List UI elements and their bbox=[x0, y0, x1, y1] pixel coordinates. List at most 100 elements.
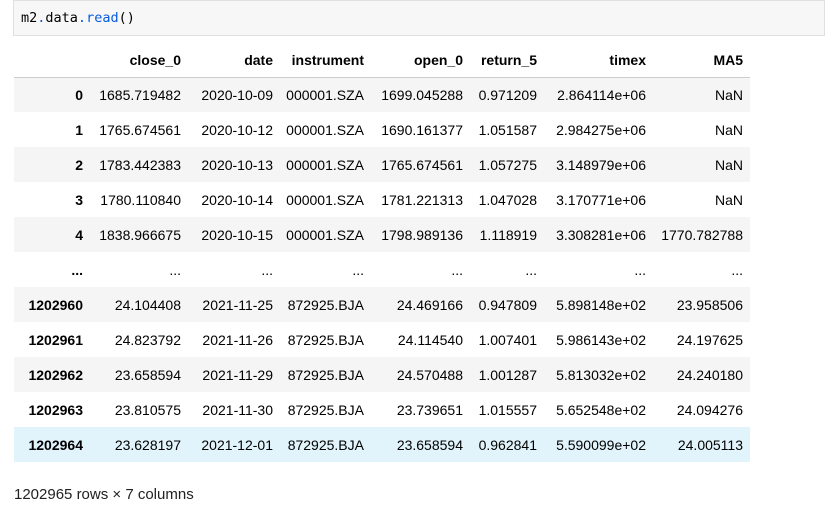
table-cell: ... bbox=[634, 261, 646, 278]
code-input-cell[interactable]: m2.data.read() bbox=[13, 0, 825, 36]
table-header-row: close_0 date instrument open_0 return_5 timex… bbox=[14, 44, 750, 78]
dataframe-table: close_0 date instrument open_0 return_5 timex… bbox=[14, 44, 750, 462]
column-header: instrument bbox=[280, 44, 371, 78]
table-cell: 1.007401 bbox=[478, 331, 537, 348]
row-index: 4 bbox=[75, 226, 83, 243]
table-cell: 2.984275e+06 bbox=[556, 121, 646, 138]
table-cell: ... bbox=[525, 261, 537, 278]
table-cell: 24.005113 bbox=[677, 436, 743, 453]
table-cell: 2020-10-15 bbox=[201, 226, 273, 243]
table-cell: 1699.045288 bbox=[381, 86, 463, 103]
table-cell: 1.118919 bbox=[479, 226, 537, 243]
table-row[interactable]: 1202963 23.810575 2021-11-30 872925.BJA 23.7… bbox=[14, 392, 750, 427]
table-cell: 1.001287 bbox=[478, 366, 537, 383]
table-cell: 872925.BJA bbox=[287, 366, 364, 383]
dataframe-shape-label: 1202965 rows × 7 columns bbox=[14, 486, 194, 503]
row-index: 1202962 bbox=[28, 366, 83, 383]
table-cell: 5.986143e+02 bbox=[556, 331, 646, 348]
table-cell: 1838.966675 bbox=[99, 226, 181, 243]
row-index: 0 bbox=[75, 86, 83, 103]
code-attribute: data bbox=[45, 10, 78, 26]
table-row[interactable]: ........................ bbox=[14, 252, 750, 287]
table-cell: 24.240180 bbox=[676, 366, 743, 383]
table-cell: 1.057275 bbox=[478, 156, 537, 173]
table-cell: 1.015557 bbox=[478, 401, 537, 418]
table-cell: 872925.BJA bbox=[287, 331, 364, 348]
table-cell: 5.590099e+02 bbox=[556, 436, 646, 453]
table-cell: ... bbox=[451, 261, 463, 278]
table-cell: 24.114540 bbox=[397, 331, 463, 348]
table-cell: 24.570488 bbox=[396, 366, 463, 383]
table-cell: 000001.SZA bbox=[286, 226, 364, 243]
row-index: 1 bbox=[75, 121, 83, 138]
index-header bbox=[14, 44, 90, 78]
table-cell: 5.813032e+02 bbox=[556, 366, 646, 383]
table-cell: 23.658594 bbox=[396, 436, 463, 453]
table-cell: NaN bbox=[714, 86, 743, 103]
table-row[interactable]: 1202962 23.658594 2021-11-29 872925.BJA 24.5… bbox=[14, 357, 750, 392]
table-cell: 2020-10-12 bbox=[201, 121, 273, 138]
table-cell: 1780.110840 bbox=[100, 191, 181, 208]
table-cell: 000001.SZA bbox=[286, 86, 364, 103]
table-cell: 1770.782788 bbox=[661, 226, 743, 243]
table-cell: NaN bbox=[714, 191, 743, 208]
table-row[interactable]: 2 1783.442383 2020-10-13 000001.SZA 1765.674… bbox=[14, 147, 750, 182]
table-cell: NaN bbox=[714, 121, 743, 138]
table-cell: 24.197625 bbox=[676, 331, 743, 348]
table-cell: 23.658594 bbox=[114, 366, 181, 383]
table-cell: 23.739651 bbox=[396, 401, 463, 418]
table-cell: 3.170771e+06 bbox=[556, 191, 646, 208]
table-row[interactable]: 0 1685.719482 2020-10-09 000001.SZA 1699.045… bbox=[14, 77, 750, 112]
row-index: ... bbox=[71, 261, 83, 278]
column-header: open_0 bbox=[371, 44, 470, 78]
table-cell: 2021-11-25 bbox=[202, 296, 273, 313]
column-header: date bbox=[188, 44, 280, 78]
code-line: m2.data.read() bbox=[21, 10, 135, 26]
table-cell: NaN bbox=[714, 156, 743, 173]
table-row[interactable]: 4 1838.966675 2020-10-15 000001.SZA 1798.989… bbox=[14, 217, 750, 252]
table-row[interactable]: 1202960 24.104408 2021-11-25 872925.BJA 24.4… bbox=[14, 287, 750, 322]
table-cell: 24.823792 bbox=[114, 331, 181, 348]
table-cell: 000001.SZA bbox=[286, 191, 364, 208]
column-header: MA5 bbox=[653, 44, 750, 78]
table-cell: ... bbox=[169, 261, 181, 278]
table-cell: 000001.SZA bbox=[286, 121, 364, 138]
row-index: 1202963 bbox=[28, 401, 83, 418]
table-cell: 872925.BJA bbox=[287, 296, 364, 313]
table-cell: 000001.SZA bbox=[286, 156, 364, 173]
row-index: 3 bbox=[75, 191, 83, 208]
table-cell: 3.308281e+06 bbox=[556, 226, 646, 243]
table-cell: 24.104408 bbox=[114, 296, 181, 313]
table-cell: ... bbox=[261, 261, 273, 278]
table-row[interactable]: 3 1780.110840 2020-10-14 000001.SZA 1781.221… bbox=[14, 182, 750, 217]
table-cell: 1765.674561 bbox=[99, 121, 181, 138]
row-index: 1202960 bbox=[28, 296, 83, 313]
table-cell: 1.047028 bbox=[478, 191, 537, 208]
table-cell: ... bbox=[731, 261, 743, 278]
table-cell: 2021-11-30 bbox=[202, 401, 273, 418]
table-cell: 1685.719482 bbox=[99, 86, 181, 103]
table-cell: 23.958506 bbox=[676, 296, 743, 313]
table-cell: 3.148979e+06 bbox=[556, 156, 646, 173]
table-cell: 1765.674561 bbox=[381, 156, 463, 173]
table-cell: 872925.BJA bbox=[287, 436, 364, 453]
table-row[interactable]: 1 1765.674561 2020-10-12 000001.SZA 1690.161… bbox=[14, 112, 750, 147]
table-cell: 1690.161377 bbox=[381, 121, 463, 138]
table-cell: 2021-11-29 bbox=[202, 366, 273, 383]
column-header: timex bbox=[544, 44, 653, 78]
table-row[interactable]: 1202964 23.628197 2021-12-01 872925.BJA 23.6… bbox=[14, 427, 750, 462]
table-cell: 23.810575 bbox=[114, 401, 181, 418]
code-object: m2 bbox=[21, 10, 38, 26]
table-cell: 24.094276 bbox=[676, 401, 743, 418]
table-cell: ... bbox=[352, 261, 364, 278]
table-cell: 2.864114e+06 bbox=[557, 86, 646, 103]
table-cell: 2020-10-09 bbox=[201, 86, 273, 103]
table-cell: 2021-12-01 bbox=[201, 436, 273, 453]
code-method: read bbox=[86, 10, 119, 26]
table-row[interactable]: 1202961 24.823792 2021-11-26 872925.BJA 24.1… bbox=[14, 322, 750, 357]
table-cell: 0.947809 bbox=[478, 296, 537, 313]
table-cell: 1783.442383 bbox=[99, 156, 181, 173]
table-cell: 1781.221313 bbox=[381, 191, 463, 208]
table-cell: 23.628197 bbox=[114, 436, 181, 453]
table-cell: 872925.BJA bbox=[287, 401, 364, 418]
